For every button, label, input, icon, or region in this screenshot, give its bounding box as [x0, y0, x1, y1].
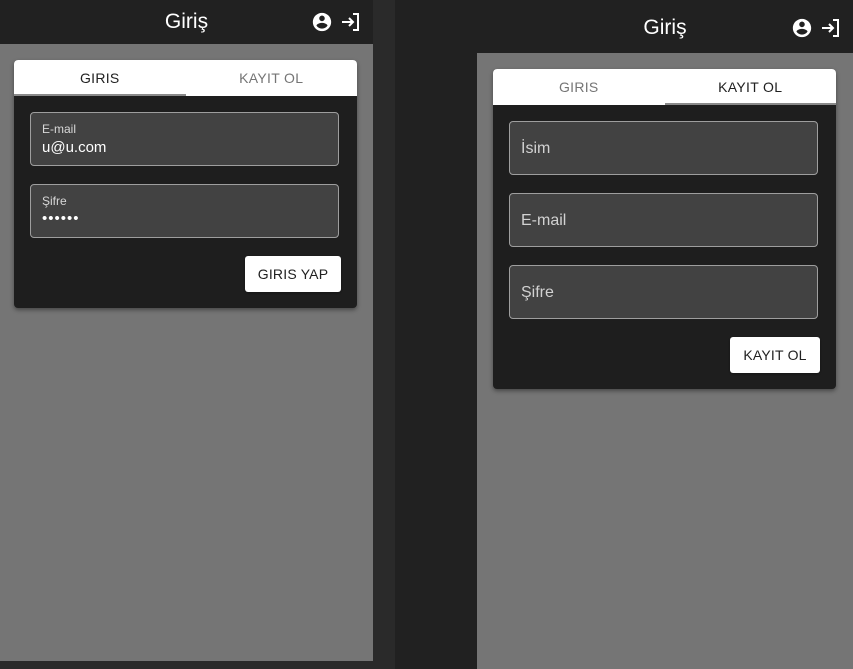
login-icon[interactable]: [339, 10, 363, 34]
tab-register[interactable]: KAYIT OL: [664, 69, 837, 105]
email-placeholder: E-mail: [521, 212, 567, 229]
email-field[interactable]: E-mail: [509, 193, 818, 247]
auth-tabs: GIRIS KAYIT OL: [493, 69, 836, 105]
auth-tabs: GIRIS KAYIT OL: [14, 60, 357, 96]
login-icon[interactable]: [819, 16, 843, 40]
password-value: ••••••: [42, 210, 80, 227]
password-label: Şifre: [42, 194, 67, 208]
app-bar-title: Giriş: [164, 10, 209, 33]
tab-login[interactable]: GIRIS: [14, 60, 186, 96]
auth-card: GIRIS KAYIT OL İsim E-mail Şifre KAYIT O…: [493, 69, 836, 389]
auth-card: GIRIS KAYIT OL E-mail u@u.com Şifre ••••…: [14, 60, 357, 308]
login-button[interactable]: GIRIS YAP: [245, 256, 341, 292]
name-placeholder: İsim: [521, 140, 551, 157]
window-divider: [373, 0, 395, 669]
name-field[interactable]: İsim: [509, 121, 818, 175]
app-bar-actions: [311, 0, 363, 44]
app-bar: Giriş: [477, 3, 853, 53]
email-field[interactable]: E-mail u@u.com: [30, 112, 339, 166]
password-placeholder: Şifre: [521, 284, 554, 301]
window-bottom-edge: [0, 661, 373, 669]
email-value: u@u.com: [42, 139, 107, 156]
tab-login[interactable]: GIRIS: [493, 69, 665, 105]
app-bar-title: Giriş: [643, 16, 687, 39]
app-bar: Giriş: [0, 0, 373, 44]
app-bar-actions: [791, 3, 843, 53]
account-circle-icon[interactable]: [311, 11, 333, 33]
register-button[interactable]: KAYIT OL: [730, 337, 820, 373]
account-circle-icon[interactable]: [791, 17, 813, 39]
password-field[interactable]: Şifre: [509, 265, 818, 319]
login-screen: Giriş GIRIS KAYIT OL E-mail u@u.com Şifr…: [0, 0, 373, 661]
register-screen: Giriş GIRIS KAYIT OL İsim E-mail Şifre K…: [477, 3, 853, 669]
email-label: E-mail: [42, 122, 77, 136]
password-field[interactable]: Şifre ••••••: [30, 184, 339, 238]
tab-register[interactable]: KAYIT OL: [186, 60, 358, 96]
